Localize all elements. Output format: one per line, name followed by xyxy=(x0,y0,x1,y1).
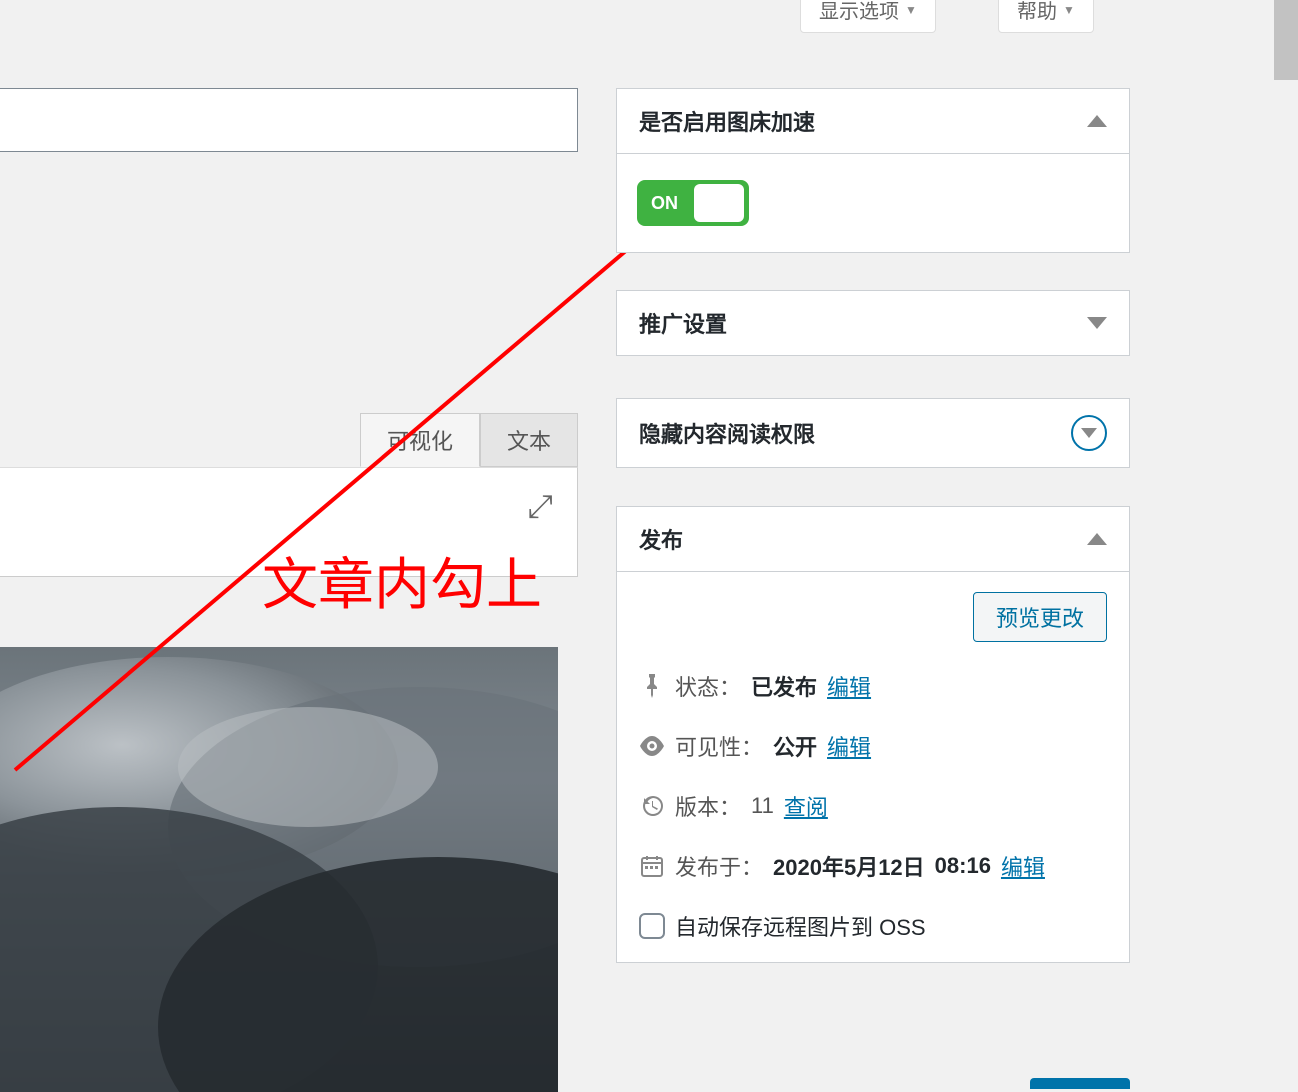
screen-options-button[interactable]: 显示选项 ▼ xyxy=(800,0,936,33)
publish-revisions-row: 版本： 11 查阅 xyxy=(639,790,1107,822)
visibility-value: 公开 xyxy=(773,730,817,762)
caret-down-icon: ▼ xyxy=(1063,3,1075,17)
publish-visibility-row: 可见性： 公开 编辑 xyxy=(639,730,1107,762)
preview-label: 预览更改 xyxy=(996,606,1084,631)
panel-publish-title: 发布 xyxy=(639,523,683,555)
tab-visual[interactable]: 可视化 xyxy=(360,413,480,467)
help-button[interactable]: 帮助 ▼ xyxy=(998,0,1094,33)
content-image xyxy=(0,647,558,1092)
preview-changes-button[interactable]: 预览更改 xyxy=(973,592,1107,642)
published-label: 发布于： xyxy=(675,850,763,882)
panel-hidden-read: 隐藏内容阅读权限 xyxy=(616,398,1130,468)
status-value: 已发布 xyxy=(751,670,817,702)
revisions-browse-link[interactable]: 查阅 xyxy=(784,790,828,822)
panel-toggle-icon[interactable] xyxy=(1087,317,1107,329)
panel-hidden-title: 隐藏内容阅读权限 xyxy=(639,417,815,449)
visibility-label: 可见性： xyxy=(675,730,763,762)
annotation-text: 文章内勾上 xyxy=(262,540,542,621)
published-date: 2020年5月12日 xyxy=(773,850,925,882)
publish-date-row: 发布于： 2020年5月12日 08:16 编辑 xyxy=(639,850,1107,882)
post-title-input[interactable] xyxy=(0,88,578,152)
toggle-on-label: ON xyxy=(651,193,678,214)
panel-promo-title: 推广设置 xyxy=(639,307,727,339)
revisions-count: 11 xyxy=(751,793,774,819)
panel-promo: 推广设置 xyxy=(616,290,1130,356)
auto-save-checkbox[interactable] xyxy=(639,913,665,939)
panel-image-accel: 是否启用图床加速 ON xyxy=(616,88,1130,253)
fullscreen-icon[interactable]: ⤢ xyxy=(527,488,553,526)
history-icon xyxy=(639,793,665,819)
toggle-thumb xyxy=(694,184,744,222)
panel-image-accel-title: 是否启用图床加速 xyxy=(639,105,815,137)
primary-action-button[interactable] xyxy=(1030,1078,1130,1089)
calendar-icon xyxy=(639,853,665,879)
revisions-label: 版本： xyxy=(675,790,741,822)
published-edit-link[interactable]: 编辑 xyxy=(1001,850,1045,882)
help-label: 帮助 xyxy=(1017,0,1057,24)
auto-save-row: 自动保存远程图片到 OSS xyxy=(639,910,1107,942)
tab-text[interactable]: 文本 xyxy=(480,413,578,467)
publish-status-row: 状态： 已发布 编辑 xyxy=(639,670,1107,702)
eye-icon xyxy=(639,733,665,759)
published-time: 08:16 xyxy=(935,853,991,879)
pin-icon xyxy=(639,673,665,699)
panel-toggle-icon[interactable] xyxy=(1087,115,1107,127)
auto-save-label: 自动保存远程图片到 OSS xyxy=(675,910,926,942)
image-accel-toggle[interactable]: ON xyxy=(637,180,749,226)
screen-options-label: 显示选项 xyxy=(819,0,899,24)
status-edit-link[interactable]: 编辑 xyxy=(827,670,871,702)
panel-publish: 发布 预览更改 状态： 已发布 编辑 可见性： 公开 编辑 版本： xyxy=(616,506,1130,963)
panel-toggle-circle[interactable] xyxy=(1071,415,1107,451)
visibility-edit-link[interactable]: 编辑 xyxy=(827,730,871,762)
tab-text-label: 文本 xyxy=(507,429,551,454)
status-label: 状态： xyxy=(675,670,741,702)
page-scrollbar[interactable] xyxy=(1274,0,1298,80)
panel-toggle-icon[interactable] xyxy=(1087,533,1107,545)
tab-visual-label: 可视化 xyxy=(387,429,453,454)
caret-down-icon: ▼ xyxy=(905,3,917,17)
